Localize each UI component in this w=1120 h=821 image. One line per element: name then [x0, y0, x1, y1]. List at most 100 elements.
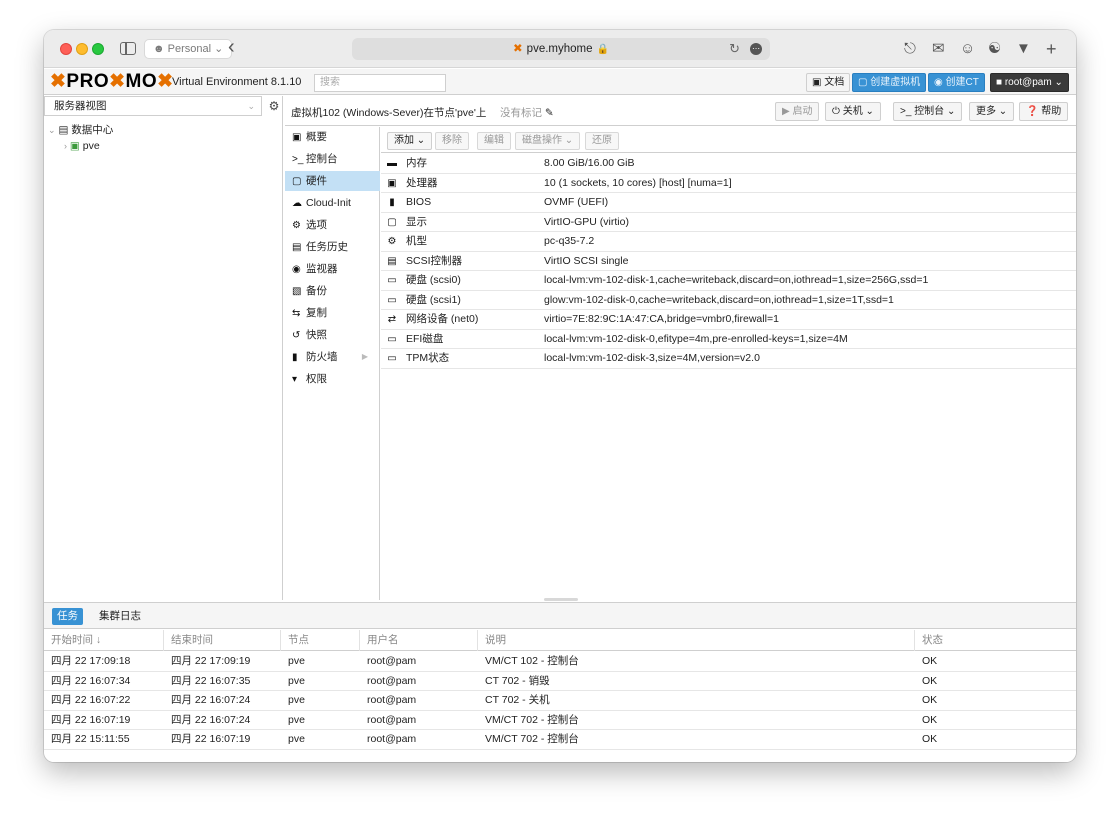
- proxmox-favicon-icon: ✖: [513, 43, 523, 55]
- docs-button[interactable]: ▣ 文档: [806, 73, 851, 92]
- server-online-icon: ▣: [69, 140, 80, 152]
- hardware-row-scsi1[interactable]: ▭ 硬盘 (scsi1) glow:vm-102-disk-0,cache=writ…: [381, 291, 1076, 310]
- share-icon[interactable]: ☯: [988, 40, 1001, 58]
- chevron-right-icon: ▶: [361, 352, 368, 361]
- table-row[interactable]: 四月 22 16:07:34 四月 22 16:07:35 pve root@pam C…: [44, 672, 1076, 691]
- hardware-row-tpm-state[interactable]: ▭ TPM状态 local-lvm:vm-102-disk-3,size=4M,ve…: [381, 349, 1076, 369]
- download-icon[interactable]: ⎋: [904, 40, 916, 58]
- chevron-down-icon: ⌄: [214, 43, 224, 55]
- terminal-icon: >_: [900, 106, 912, 117]
- tree-item-pve[interactable]: › ▣ pve: [64, 138, 100, 154]
- table-row[interactable]: 四月 22 16:07:22 四月 22 16:07:24 pve root@pam C…: [44, 691, 1076, 711]
- more-button[interactable]: 更多 ⌄: [969, 102, 1015, 121]
- datacenter-icon: ▤: [58, 124, 69, 136]
- hardware-row-machine[interactable]: ⚙ 机型 pc-q35-7.2: [381, 232, 1076, 252]
- hardware-row-bios[interactable]: ▮ BIOS OVMF (UEFI): [381, 193, 1076, 213]
- cogs-icon: ⚙: [387, 236, 397, 247]
- table-row[interactable]: 四月 22 17:09:18 四月 22 17:09:19 pve root@pam V…: [44, 652, 1076, 672]
- hdd-icon: ▭: [387, 294, 397, 306]
- nav-item-summary[interactable]: ▣ 概要: [285, 127, 380, 147]
- log-tabs: 任务 集群日志: [44, 603, 1076, 629]
- start-button[interactable]: ▶ 启动: [775, 102, 820, 121]
- nav-item-backup[interactable]: ▧ 备份: [285, 281, 380, 301]
- nav-item-permissions[interactable]: ▾ 权限: [285, 369, 380, 389]
- chevron-right-icon: ›: [64, 141, 67, 151]
- address-bar[interactable]: ✖ pve.myhome 🔒 ↻ ⋯: [352, 38, 770, 60]
- help-button[interactable]: ❓ 帮助: [1019, 102, 1069, 121]
- hardware-row-memory[interactable]: ▬ 内存 8.00 GiB/16.00 GiB: [381, 154, 1076, 174]
- resource-tree: 服务器视图 ⌄ ⚙ ⌄ ▤ 数据中心 › ▣ pve: [44, 96, 283, 600]
- reload-icon[interactable]: ↻: [729, 38, 740, 60]
- column-status[interactable]: 状态: [915, 630, 1076, 651]
- close-window-button[interactable]: [60, 43, 72, 55]
- hardware-toolbar: 添加 ⌄ 移除 编辑 磁盘操作 ⌄ 还原: [381, 127, 1076, 153]
- cloud-icon: ☁: [292, 198, 302, 209]
- remove-button[interactable]: 移除: [435, 132, 469, 150]
- nav-item-task-history[interactable]: ▤ 任务历史: [285, 237, 380, 257]
- column-node[interactable]: 节点: [281, 630, 360, 651]
- tab-tasks[interactable]: 任务: [52, 608, 83, 625]
- column-description[interactable]: 说明: [478, 630, 915, 651]
- person-icon: ☻: [153, 43, 165, 55]
- nav-item-hardware[interactable]: ▢ 硬件: [285, 171, 380, 191]
- disk-action-button[interactable]: 磁盘操作 ⌄: [515, 132, 581, 150]
- minimize-window-button[interactable]: [76, 43, 88, 55]
- bios-icon: ▮: [389, 197, 395, 208]
- view-select[interactable]: 服务器视图 ⌄: [44, 96, 262, 116]
- shield-extension-icon[interactable]: ▼: [1016, 40, 1031, 58]
- profile-selector[interactable]: ☻ Personal ⌄: [144, 39, 233, 59]
- tree-item-datacenter[interactable]: ⌄ ▤ 数据中心: [48, 122, 113, 138]
- nav-item-monitor[interactable]: ◉ 监视器: [285, 259, 380, 279]
- revert-button[interactable]: 还原: [585, 132, 619, 150]
- proxmox-logo: ✖PRO✖MO✖: [50, 71, 174, 92]
- search-input[interactable]: 搜索: [314, 74, 446, 92]
- history-icon: ↺: [292, 330, 301, 341]
- nav-item-snapshots[interactable]: ↺ 快照: [285, 325, 380, 345]
- zoom-window-button[interactable]: [92, 43, 104, 55]
- sidebar-toggle-icon[interactable]: [120, 42, 136, 55]
- console-button[interactable]: >_ 控制台 ⌄: [893, 102, 963, 121]
- nav-item-cloud-init[interactable]: ☁ Cloud-Init: [285, 193, 380, 213]
- nav-item-replication[interactable]: ⇆ 复制: [285, 303, 380, 323]
- hardware-row-display[interactable]: ▢ 显示 VirtIO-GPU (virtio): [381, 213, 1076, 232]
- user-menu-button[interactable]: ■ root@pam ⌄: [990, 73, 1069, 92]
- book-icon: ▣: [812, 77, 822, 88]
- hardware-row-processor[interactable]: ▣ 处理器 10 (1 sockets, 10 cores) [host] [num…: [381, 174, 1076, 193]
- chevron-down-icon: ⌄: [564, 135, 574, 146]
- edit-button[interactable]: 编辑: [477, 132, 511, 150]
- nav-item-options[interactable]: ⚙ 选项: [285, 215, 380, 235]
- create-vm-button[interactable]: ▢ 创建虚拟机: [852, 73, 927, 92]
- terminal-icon: >_: [292, 154, 304, 165]
- hardware-row-efi-disk[interactable]: ▭ EFI磁盘 local-lvm:vm-102-disk-0,efitype=4m…: [381, 330, 1076, 349]
- column-end-time[interactable]: 结束时间: [164, 630, 281, 651]
- new-tab-icon[interactable]: +: [1046, 40, 1057, 58]
- add-button[interactable]: 添加 ⌄: [387, 132, 433, 150]
- shutdown-button[interactable]: ⏻ 关机 ⌄: [825, 102, 881, 121]
- back-icon[interactable]: ‹: [228, 37, 235, 57]
- gear-icon: ⚙: [292, 220, 301, 231]
- extension-icon[interactable]: ✉: [932, 40, 945, 58]
- table-row[interactable]: 四月 22 16:07:19 四月 22 16:07:24 pve root@pam V…: [44, 711, 1076, 730]
- profile-extension-icon[interactable]: ☺: [960, 40, 975, 58]
- chevron-down-icon: ⌄: [416, 135, 426, 146]
- retweet-icon: ⇆: [292, 308, 301, 319]
- chevron-down-icon: ⌄: [48, 125, 56, 135]
- monitor-icon: ▢: [292, 176, 302, 187]
- tags-edit[interactable]: 没有标记 ✎: [500, 105, 554, 120]
- question-icon: ❓: [1026, 106, 1039, 117]
- hardware-row-scsi-controller[interactable]: ▤ SCSI控制器 VirtIO SCSI single: [381, 252, 1076, 271]
- more-options-icon[interactable]: ⋯: [750, 43, 762, 55]
- nav-item-firewall[interactable]: ▮ 防火墙 ▶: [285, 347, 380, 367]
- table-row[interactable]: 四月 22 15:11:55 四月 22 16:07:19 pve root@pam V…: [44, 730, 1076, 750]
- column-user[interactable]: 用户名: [360, 630, 478, 651]
- create-ct-button[interactable]: ◉ 创建CT: [928, 73, 985, 92]
- hardware-row-scsi0[interactable]: ▭ 硬盘 (scsi0) local-lvm:vm-102-disk-1,cache…: [381, 271, 1076, 291]
- gear-icon[interactable]: ⚙: [265, 96, 283, 116]
- nav-item-console[interactable]: >_ 控制台: [285, 149, 380, 169]
- log-panel: 任务 集群日志 开始时间 ↓ 结束时间 节点 用户名 说明 状态 四月 22 1…: [44, 602, 1076, 762]
- panel-resize-handle[interactable]: [544, 598, 578, 601]
- hardware-row-net0[interactable]: ⇄ 网络设备 (net0) virtio=7E:82:9C:1A:47:CA,bri…: [381, 310, 1076, 330]
- tab-cluster-log[interactable]: 集群日志: [94, 608, 146, 625]
- list-icon: ▤: [292, 242, 302, 253]
- column-start-time[interactable]: 开始时间 ↓: [44, 630, 164, 651]
